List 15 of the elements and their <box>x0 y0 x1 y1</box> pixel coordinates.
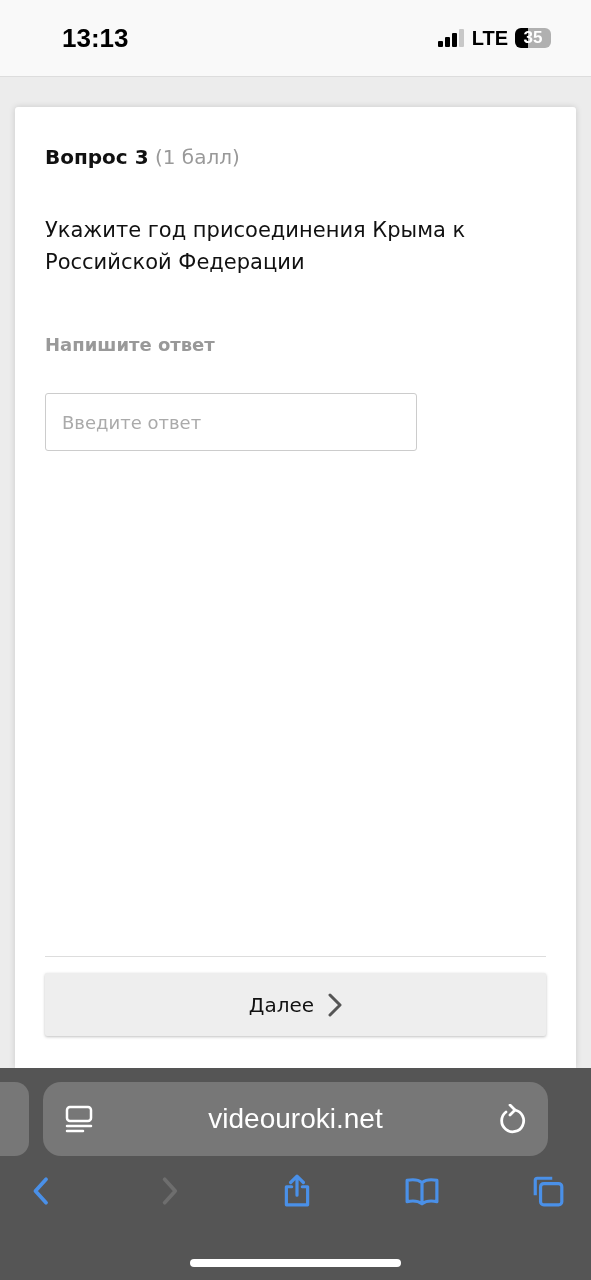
answer-label: Напишите ответ <box>45 334 216 355</box>
signal-icon <box>437 29 465 47</box>
question-title: Вопрос 3 <box>45 145 149 169</box>
reload-icon[interactable] <box>498 1104 526 1134</box>
tabs-icon[interactable] <box>531 1174 565 1208</box>
question-text: Укажите год присоединения Крыма к Российской Федерации <box>45 217 467 276</box>
network-label: LTE <box>471 26 508 50</box>
answer-field[interactable]: Введите ответ <box>45 393 417 451</box>
question-points: (1 балл) <box>154 145 240 169</box>
clock: 13:13 <box>62 22 130 54</box>
address-bar[interactable]: videouroki.net <box>43 1082 548 1156</box>
chevron-right-icon <box>328 992 343 1017</box>
url-text: videouroki.net <box>208 1103 383 1135</box>
page-menu-icon[interactable] <box>65 1105 93 1133</box>
next-button[interactable]: Далее <box>45 973 546 1036</box>
